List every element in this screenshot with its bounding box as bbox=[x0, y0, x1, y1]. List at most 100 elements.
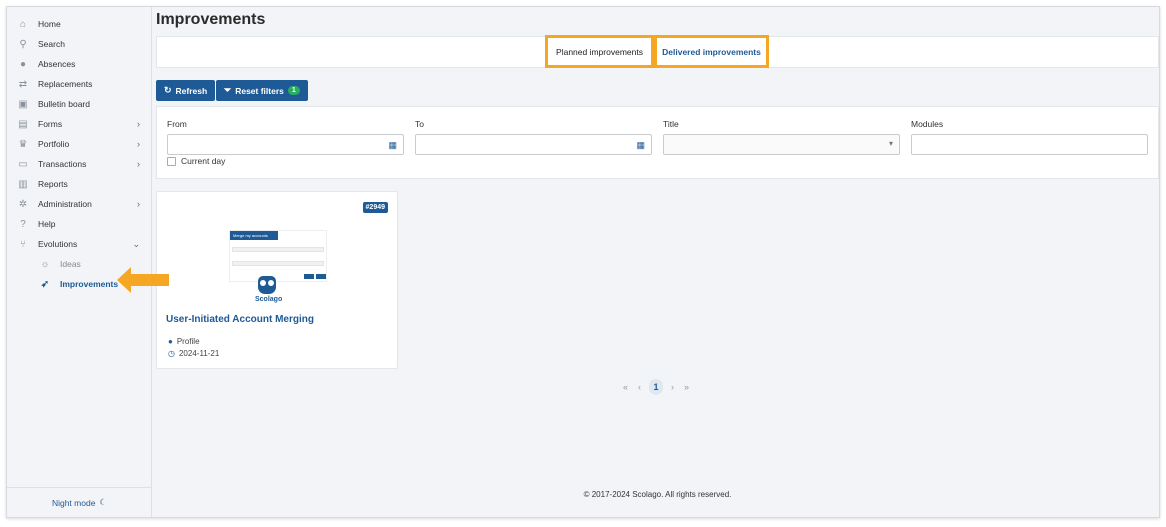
refresh-label: Refresh bbox=[175, 85, 208, 96]
from-label: From bbox=[167, 119, 187, 129]
thumb-line bbox=[232, 261, 324, 266]
sidebar-item-home[interactable]: ⌂ Home bbox=[7, 15, 152, 33]
main-content: Improvements Planned improvements Delive… bbox=[156, 7, 1159, 517]
bulletin-icon: ▣ bbox=[18, 98, 28, 110]
page-title: Improvements bbox=[156, 11, 266, 28]
replacements-icon: ⇄ bbox=[18, 78, 28, 90]
caret-down-icon: ▾ bbox=[888, 139, 893, 148]
thumb-line bbox=[232, 247, 324, 252]
filters-panel: From ▦ To ▦ Title ▾ Modules Current day bbox=[156, 106, 1159, 179]
current-day-label: Current day bbox=[181, 156, 226, 166]
sidebar-item-label: Administration bbox=[38, 199, 92, 209]
next-page-button[interactable]: › bbox=[671, 382, 674, 392]
sidebar-item-label: Reports bbox=[38, 179, 68, 189]
sidebar-item-label: Forms bbox=[38, 119, 63, 129]
current-day-checkbox[interactable]: Current day bbox=[167, 156, 225, 166]
absences-icon: ● bbox=[19, 58, 27, 70]
to-label: To bbox=[415, 119, 424, 129]
sidebar-item-label: Bulletin board bbox=[38, 99, 90, 109]
thumb-button bbox=[316, 274, 326, 279]
trophy-icon: ♛ bbox=[18, 138, 28, 150]
card-title[interactable]: User-Initiated Account Merging bbox=[166, 314, 314, 325]
arrow-pointer-icon bbox=[117, 267, 169, 293]
sidebar-item-label: Home bbox=[38, 19, 61, 29]
user-icon: ● bbox=[168, 337, 173, 346]
tab-planned-improvements[interactable]: Planned improvements bbox=[545, 35, 654, 68]
night-mode-label: Night mode bbox=[51, 497, 96, 508]
home-icon: ⌂ bbox=[19, 18, 27, 30]
from-date-input[interactable]: ▦ bbox=[167, 134, 404, 155]
sidebar-item-portfolio[interactable]: ♛ Portfolio › bbox=[7, 135, 152, 153]
sidebar-item-label: Absences bbox=[38, 59, 76, 69]
title-label: Title bbox=[663, 119, 679, 129]
sidebar-item-label: Ideas bbox=[60, 259, 81, 269]
transactions-icon: ▭ bbox=[18, 158, 28, 170]
rocket-icon: ➶ bbox=[40, 278, 50, 290]
sidebar-item-help[interactable]: ? Help bbox=[7, 215, 152, 233]
brand-label: Scolago bbox=[255, 296, 283, 303]
id-badge: #2949 bbox=[362, 202, 388, 213]
sidebar: ⌂ Home ⚲ Search ● Absences ⇄ Replacements ▣ B… bbox=[7, 7, 152, 517]
current-page-button[interactable]: 1 bbox=[649, 379, 664, 395]
module-label: Profile bbox=[176, 337, 200, 346]
reports-icon: ▥ bbox=[18, 178, 28, 190]
reset-filters-button[interactable]: ⏷ Reset filters 1 bbox=[216, 80, 308, 101]
footer: © 2017-2024 Scolago. All rights reserved… bbox=[583, 490, 732, 499]
sidebar-item-forms[interactable]: ▤ Forms › bbox=[7, 115, 152, 133]
to-date-input[interactable]: ▦ bbox=[415, 134, 652, 155]
owl-logo-icon bbox=[258, 276, 276, 294]
evolutions-icon: ⑂ bbox=[20, 238, 26, 250]
sidebar-item-label: Evolutions bbox=[38, 239, 78, 249]
sidebar-item-absences[interactable]: ● Absences bbox=[7, 55, 152, 73]
sidebar-item-reports[interactable]: ▥ Reports bbox=[7, 175, 152, 193]
card-thumbnail: Merge my accounts bbox=[229, 230, 327, 282]
chevron-right-icon: › bbox=[137, 119, 140, 129]
chevron-right-icon: › bbox=[137, 159, 140, 169]
sidebar-item-replacements[interactable]: ⇄ Replacements bbox=[7, 75, 152, 93]
reset-filters-label: Reset filters bbox=[235, 85, 284, 96]
sidebar-item-transactions[interactable]: ▭ Transactions › bbox=[7, 155, 152, 173]
sidebar-item-label: Help bbox=[38, 219, 56, 229]
gear-icon: ✲ bbox=[18, 198, 28, 210]
night-mode-toggle[interactable]: Night mode ☾ bbox=[7, 487, 152, 517]
sidebar-item-bulletin-board[interactable]: ▣ Bulletin board bbox=[7, 95, 152, 113]
prev-page-button[interactable]: ‹ bbox=[638, 382, 641, 392]
checkbox-box[interactable] bbox=[167, 156, 176, 166]
date-label: 2024-11-21 bbox=[178, 349, 220, 358]
sidebar-item-label: Portfolio bbox=[38, 139, 70, 149]
calendar-icon[interactable]: ▦ bbox=[636, 140, 645, 151]
modules-input[interactable] bbox=[911, 134, 1148, 155]
clock-icon: ◷ bbox=[168, 349, 175, 358]
filter-count-badge: 1 bbox=[287, 86, 300, 95]
card-module: ● Profile bbox=[168, 337, 200, 346]
bulb-icon: ☼ bbox=[40, 258, 50, 270]
sidebar-item-label: Transactions bbox=[38, 159, 87, 169]
search-icon: ⚲ bbox=[19, 38, 27, 50]
tab-delivered-improvements[interactable]: Delivered improvements bbox=[654, 35, 769, 68]
sidebar-item-search[interactable]: ⚲ Search bbox=[7, 35, 152, 53]
sidebar-item-label: Search bbox=[38, 39, 65, 49]
app-window: ⌂ Home ⚲ Search ● Absences ⇄ Replacements ▣ B… bbox=[6, 6, 1160, 518]
sidebar-item-evolutions[interactable]: ⑂ Evolutions ⌄ bbox=[7, 235, 152, 253]
chevron-right-icon: › bbox=[137, 139, 140, 149]
first-page-button[interactable]: « bbox=[623, 382, 628, 392]
sidebar-item-administration[interactable]: ✲ Administration › bbox=[7, 195, 152, 213]
refresh-button[interactable]: ↻ Refresh bbox=[156, 80, 216, 101]
help-icon: ? bbox=[20, 218, 26, 230]
title-select[interactable]: ▾ bbox=[663, 134, 900, 155]
refresh-icon: ↻ bbox=[164, 85, 172, 95]
calendar-icon[interactable]: ▦ bbox=[388, 140, 397, 151]
moon-icon: ☾ bbox=[99, 497, 108, 507]
pagination: « ‹ 1 › » bbox=[618, 379, 694, 395]
chevron-right-icon: › bbox=[137, 199, 140, 209]
last-page-button[interactable]: » bbox=[684, 382, 689, 392]
chevron-down-icon: ⌄ bbox=[132, 238, 140, 249]
improvement-card[interactable]: #2949 Merge my accounts Scolago User-Ini… bbox=[156, 191, 398, 369]
thumb-button bbox=[304, 274, 314, 279]
filter-icon: ⏷ bbox=[224, 85, 232, 95]
thumb-title: Merge my accounts bbox=[230, 231, 278, 240]
sidebar-item-label: Improvements bbox=[60, 279, 119, 289]
sidebar-item-label: Replacements bbox=[38, 79, 93, 89]
tabs-bar: Planned improvements Delivered improveme… bbox=[156, 35, 1159, 68]
forms-icon: ▤ bbox=[18, 118, 28, 130]
